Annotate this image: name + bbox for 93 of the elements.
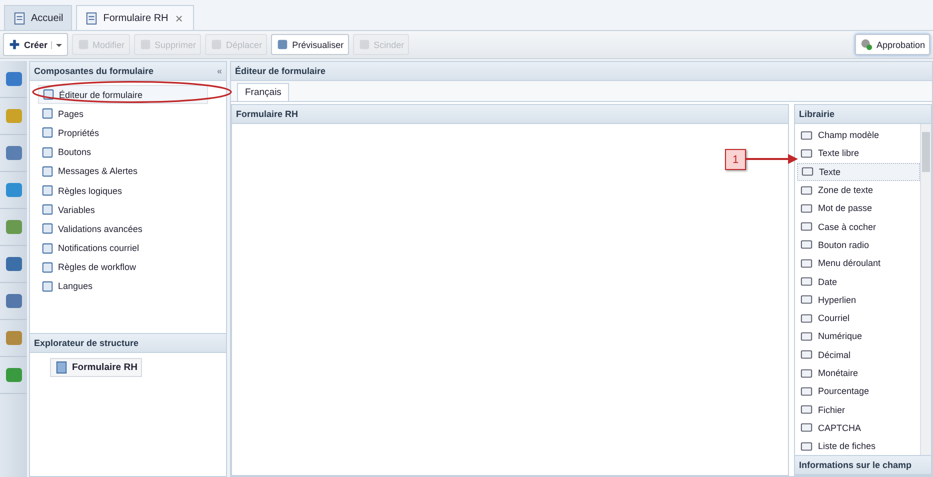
field-icon <box>800 384 813 398</box>
field-icon <box>800 421 813 434</box>
app-icon <box>4 254 24 274</box>
library-item[interactable]: Courriel <box>797 308 920 328</box>
library-item[interactable]: Zone de texte <box>797 180 920 200</box>
square-icon <box>276 38 290 51</box>
app-icon <box>4 143 24 163</box>
app-icon <box>4 69 24 89</box>
form-title: Formulaire RH <box>232 105 788 124</box>
field-icon <box>800 128 813 142</box>
library-item[interactable]: Date <box>797 272 920 291</box>
square-icon <box>138 38 152 51</box>
plus-icon <box>8 38 21 51</box>
library-item[interactable]: Champ modèle <box>797 126 920 144</box>
menu-item[interactable]: Langues <box>38 276 208 296</box>
caret-icon <box>50 40 63 48</box>
panel-title: Informations sur le champ <box>795 455 931 475</box>
field-icon <box>800 202 813 215</box>
item-icon <box>41 222 54 236</box>
library-item[interactable]: Liste de fiches <box>797 437 920 455</box>
item-icon <box>41 126 54 140</box>
field-icon <box>800 256 813 270</box>
panel-title: Librairie <box>795 105 931 124</box>
field-icon <box>800 348 813 362</box>
menu-item[interactable]: Pages <box>38 104 208 124</box>
callout-arrow <box>746 154 798 164</box>
field-icon <box>800 330 813 343</box>
approval-button[interactable]: Approbation <box>855 34 930 55</box>
library-item[interactable]: Numérique <box>797 327 920 346</box>
field-icon <box>800 293 813 306</box>
menu-item[interactable]: Règles de workflow <box>38 258 208 277</box>
item-icon <box>41 203 54 216</box>
field-icon <box>800 403 813 416</box>
scrollbar[interactable] <box>920 124 931 455</box>
toolbar-button[interactable]: Prévisualiser <box>271 34 349 55</box>
item-icon <box>41 280 54 293</box>
library-item[interactable]: Case à cocher <box>797 217 920 236</box>
item-icon <box>41 260 54 274</box>
form-icon <box>55 361 68 374</box>
field-icon <box>800 312 813 325</box>
menu-item[interactable]: Variables <box>38 200 208 220</box>
menu-item[interactable]: Boutons <box>38 142 208 162</box>
panel-title: Éditeur de formulaire <box>231 62 932 81</box>
library-item[interactable]: CAPTCHA <box>797 418 920 438</box>
library-item[interactable]: Bouton radio <box>797 236 920 254</box>
app-icon <box>4 291 24 311</box>
library-item[interactable]: Monétaire <box>797 364 920 382</box>
menu-item[interactable]: Éditeur de formulaire <box>38 85 208 104</box>
library-item[interactable]: Mot de passe <box>797 199 920 218</box>
square-icon <box>210 38 224 51</box>
square-icon <box>358 38 371 51</box>
app-icon <box>4 180 24 200</box>
field-icon <box>800 275 813 288</box>
document-icon <box>13 12 26 24</box>
field-icon <box>801 165 814 178</box>
panel-title: Composantes du formulaire <box>34 66 154 76</box>
callout-label: 1 <box>725 149 746 170</box>
language-tab[interactable]: Français <box>237 83 290 101</box>
item-icon <box>41 184 54 198</box>
library-item[interactable]: Texte libre <box>797 144 920 163</box>
app-icon <box>4 328 24 348</box>
item-icon <box>41 164 54 178</box>
tab[interactable]: Accueil <box>4 5 72 30</box>
close-button[interactable]: × <box>173 10 185 26</box>
library-item[interactable]: Menu déroulant <box>797 254 920 272</box>
field-icon <box>800 184 813 197</box>
field-icon <box>800 440 813 453</box>
create-button[interactable]: Créer <box>3 33 68 56</box>
menu-item[interactable]: Propriétés <box>38 123 208 143</box>
field-icon <box>800 366 813 380</box>
tree-node[interactable]: Formulaire RH <box>50 358 142 377</box>
panel-title: Explorateur de structure <box>34 338 139 348</box>
square-icon <box>76 38 90 51</box>
library-item[interactable]: Texte <box>797 162 920 181</box>
library-item[interactable]: Pourcentage <box>797 382 920 400</box>
menu-item[interactable]: Notifications courriel <box>38 238 208 258</box>
app-icon <box>4 365 24 385</box>
menu-item[interactable]: Validations avancées <box>38 219 208 238</box>
field-icon <box>800 220 813 234</box>
menu-item[interactable]: Règles logiques <box>38 180 208 200</box>
library-item[interactable]: Fichier <box>797 400 920 419</box>
field-icon <box>800 238 813 252</box>
tab[interactable]: Formulaire RH × <box>76 5 194 30</box>
document-icon <box>85 12 98 24</box>
field-icon <box>800 146 813 160</box>
item-icon <box>41 242 54 255</box>
library-item[interactable]: Décimal <box>797 346 920 364</box>
app-icon <box>4 217 24 237</box>
library-item[interactable]: Hyperlien <box>797 290 920 309</box>
item-icon <box>41 107 54 120</box>
item-icon <box>41 146 54 159</box>
app-icon <box>4 106 24 126</box>
menu-item[interactable]: Messages & Alertes <box>38 162 208 181</box>
